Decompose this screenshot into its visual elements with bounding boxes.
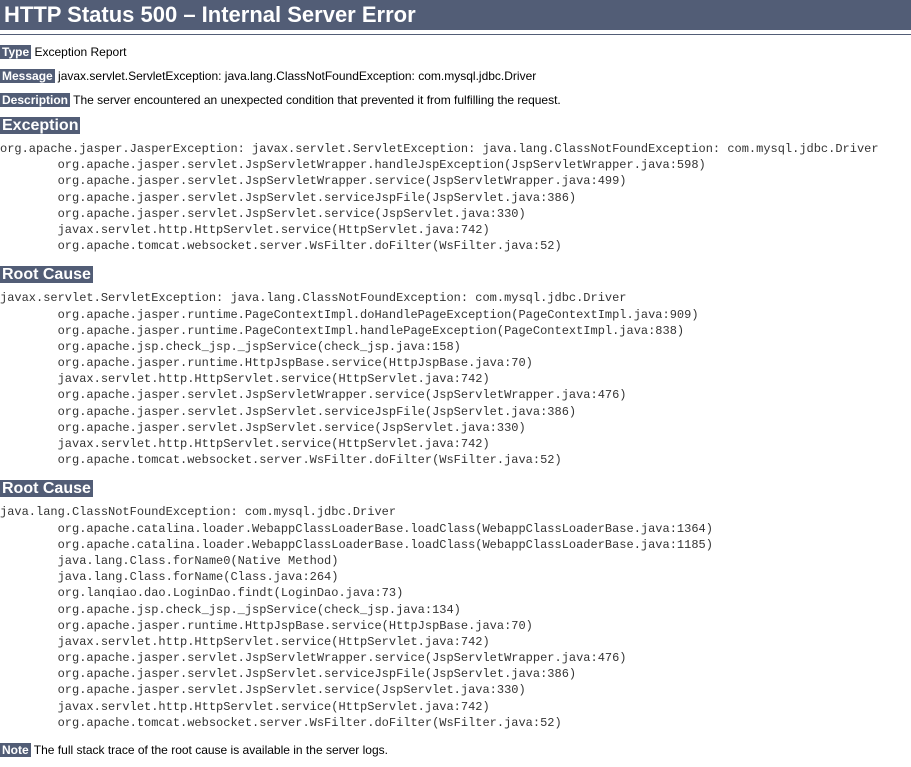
message-value: javax.servlet.ServletException: java.lan…: [58, 69, 536, 83]
divider: [0, 34, 911, 35]
note-line: Note The full stack trace of the root ca…: [0, 743, 911, 757]
type-value: Exception Report: [34, 45, 126, 59]
exception-label: Exception: [0, 117, 80, 134]
root-cause-trace-1: javax.servlet.ServletException: java.lan…: [0, 290, 911, 468]
description-value: The server encountered an unexpected con…: [73, 93, 561, 107]
root-cause-label-2: Root Cause: [0, 480, 93, 497]
root-cause-label-1: Root Cause: [0, 266, 93, 283]
message-line: Message javax.servlet.ServletException: …: [0, 69, 911, 83]
description-line: Description The server encountered an un…: [0, 93, 911, 107]
description-label: Description: [0, 93, 70, 107]
page-title: HTTP Status 500 – Internal Server Error: [0, 0, 911, 30]
note-label: Note: [0, 743, 31, 757]
type-line: Type Exception Report: [0, 45, 911, 59]
message-label: Message: [0, 69, 55, 83]
exception-trace: org.apache.jasper.JasperException: javax…: [0, 141, 911, 254]
root-cause-trace-2: java.lang.ClassNotFoundException: com.my…: [0, 504, 911, 731]
type-label: Type: [0, 45, 31, 59]
note-value: The full stack trace of the root cause i…: [34, 743, 388, 757]
